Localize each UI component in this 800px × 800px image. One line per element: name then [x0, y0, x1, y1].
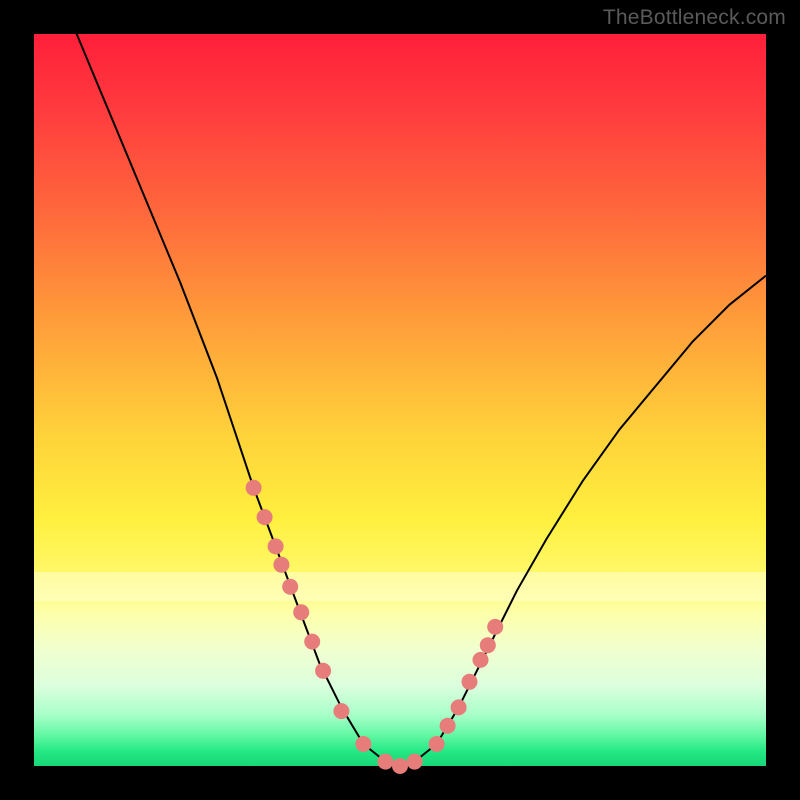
marker-dot [473, 652, 489, 668]
marker-dot [462, 674, 478, 690]
marker-dot [246, 480, 262, 496]
marker-dot [451, 699, 467, 715]
marker-dot [333, 703, 349, 719]
chart-svg [34, 34, 766, 766]
marker-dot [315, 663, 331, 679]
curve-line [34, 0, 766, 766]
marker-dot [304, 634, 320, 650]
marker-dot [487, 619, 503, 635]
plot-area [34, 34, 766, 766]
watermark-text: TheBottleneck.com [603, 6, 786, 30]
marker-dot [407, 754, 423, 770]
marker-dot [273, 557, 289, 573]
marker-dot [293, 604, 309, 620]
marker-dot [480, 637, 496, 653]
chart-frame: TheBottleneck.com [0, 0, 800, 800]
marker-dot [257, 509, 273, 525]
marker-dot [268, 538, 284, 554]
marker-dot [377, 754, 393, 770]
marker-dot [429, 736, 445, 752]
marker-dot [392, 758, 408, 774]
marker-dot [355, 736, 371, 752]
marker-dot [282, 579, 298, 595]
marker-dot [440, 718, 456, 734]
bottleneck-curve [34, 0, 766, 766]
marker-group [246, 480, 504, 774]
